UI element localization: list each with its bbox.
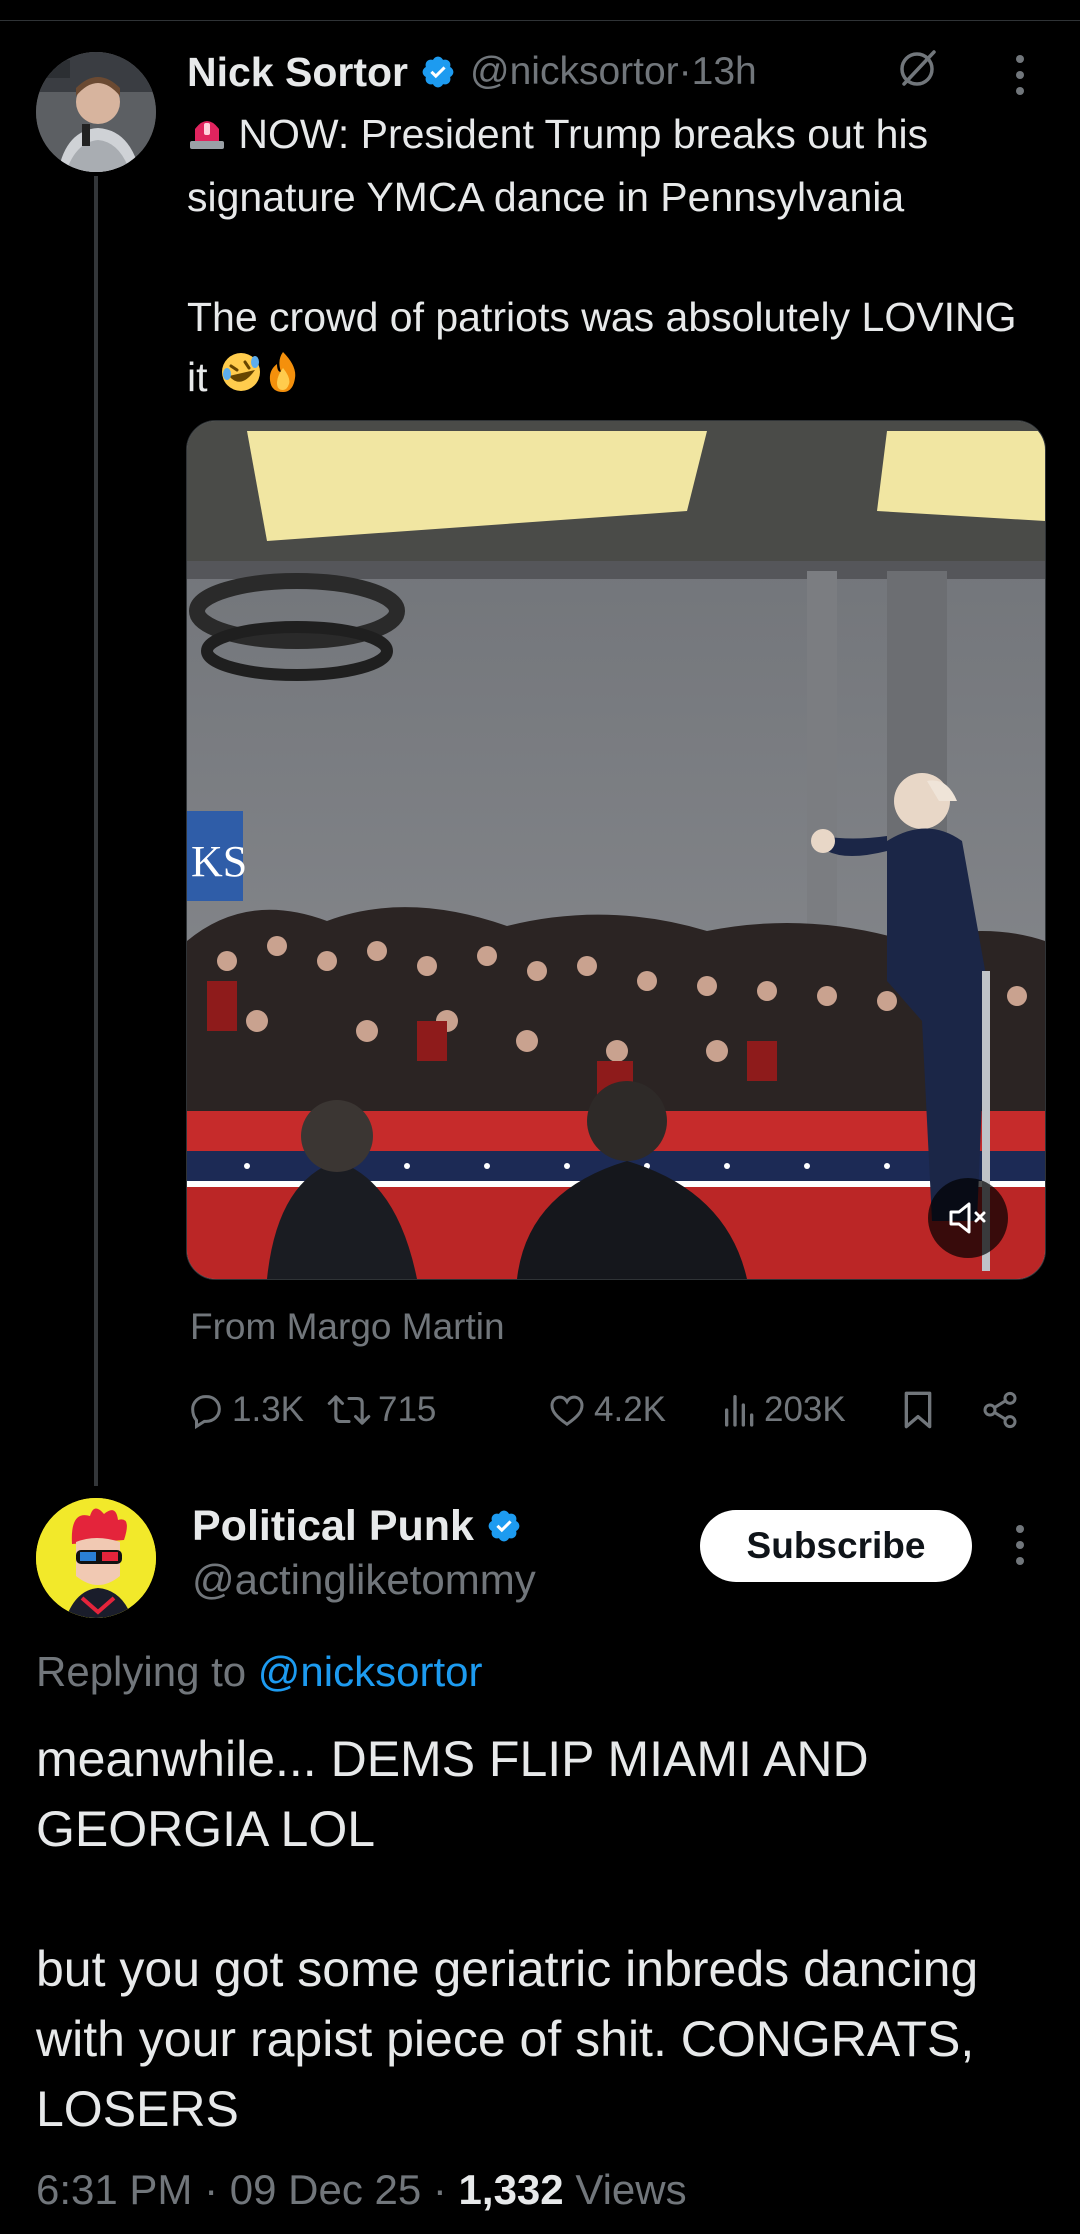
reply-views-label: Views: [563, 2166, 687, 2213]
repost-icon: [327, 1395, 371, 1425]
replying-to-prefix: Replying to: [36, 1648, 258, 1695]
reply-author-avatar[interactable]: [36, 1498, 156, 1618]
reply-time[interactable]: 6:31 PM: [36, 2166, 192, 2213]
like-button[interactable]: 4.2K: [546, 1380, 666, 1440]
views-icon: [725, 1395, 754, 1427]
reply-author-handle[interactable]: @actingliketommy: [192, 1556, 536, 1604]
author-handle[interactable]: @nicksortor: [470, 50, 679, 94]
reply-date[interactable]: 09 Dec 25: [230, 2166, 421, 2213]
repost-count: 715: [378, 1390, 437, 1429]
replying-to: Replying to @nicksortor: [36, 1648, 482, 1696]
bookmark-icon[interactable]: [902, 1380, 934, 1440]
reply-count: 1.3K: [232, 1390, 304, 1429]
reply-text-para1: meanwhile... DEMS FLIP MIAMI AND GEORGIA…: [36, 1731, 869, 1857]
reply-author-name[interactable]: Political Punk: [192, 1502, 474, 1551]
share-icon[interactable]: [980, 1380, 1020, 1440]
video-media[interactable]: KS: [186, 420, 1046, 1280]
like-icon: [550, 1395, 584, 1426]
more-options-icon[interactable]: [1008, 50, 1032, 100]
tweet-text-line1: NOW: President Trump breaks out his sign…: [187, 111, 929, 221]
mute-icon[interactable]: [928, 1178, 1008, 1258]
reply-text: meanwhile... DEMS FLIP MIAMI AND GEORGIA…: [36, 1724, 1046, 2144]
replying-to-link[interactable]: @nicksortor: [258, 1648, 483, 1695]
tweet-text-line2: The crowd of patriots was absolutely LOV…: [187, 294, 1017, 401]
repost-button[interactable]: 715: [326, 1380, 436, 1440]
top-divider: [0, 20, 1080, 21]
media-banner-text: KS: [191, 837, 247, 886]
rofl-emoji: [219, 350, 263, 410]
time-ago[interactable]: 13h: [692, 50, 757, 94]
fire-emoji: [263, 350, 303, 410]
reply-metadata: 6:31 PM · 09 Dec 25 · 1,332 Views: [36, 2166, 687, 2214]
views-button[interactable]: 203K: [722, 1380, 846, 1440]
reply-button[interactable]: 1.3K: [186, 1380, 304, 1440]
thread-line: [94, 176, 98, 1486]
reply-author-row: Political Punk: [192, 1498, 522, 1554]
author-row: Nick Sortor @nicksortor · 13h: [187, 44, 757, 100]
subscribe-button[interactable]: Subscribe: [700, 1510, 972, 1582]
media-caption: From Margo Martin: [190, 1306, 505, 1347]
like-count: 4.2K: [594, 1390, 666, 1429]
reply-view-count: 1,332: [458, 2166, 564, 2213]
dot-separator: ·: [678, 50, 692, 93]
siren-emoji: [187, 107, 227, 167]
reply-text-para2: but you got some geriatric inbreds danci…: [36, 1941, 979, 2137]
meta-separator: ·: [421, 2166, 459, 2213]
author-name[interactable]: Nick Sortor: [187, 49, 408, 96]
author-avatar[interactable]: [36, 52, 156, 172]
views-count: 203K: [764, 1390, 846, 1429]
tweet-actions: 1.3K 715 4.2K 203K: [186, 1380, 1046, 1440]
grok-icon[interactable]: [896, 46, 940, 90]
more-options-icon[interactable]: [1008, 1520, 1032, 1570]
verified-badge-icon: [420, 54, 456, 90]
reply-icon: [191, 1395, 221, 1430]
meta-separator: ·: [192, 2166, 230, 2213]
tweet-text: NOW: President Trump breaks out his sign…: [187, 104, 1047, 410]
verified-badge-icon: [486, 1508, 522, 1544]
